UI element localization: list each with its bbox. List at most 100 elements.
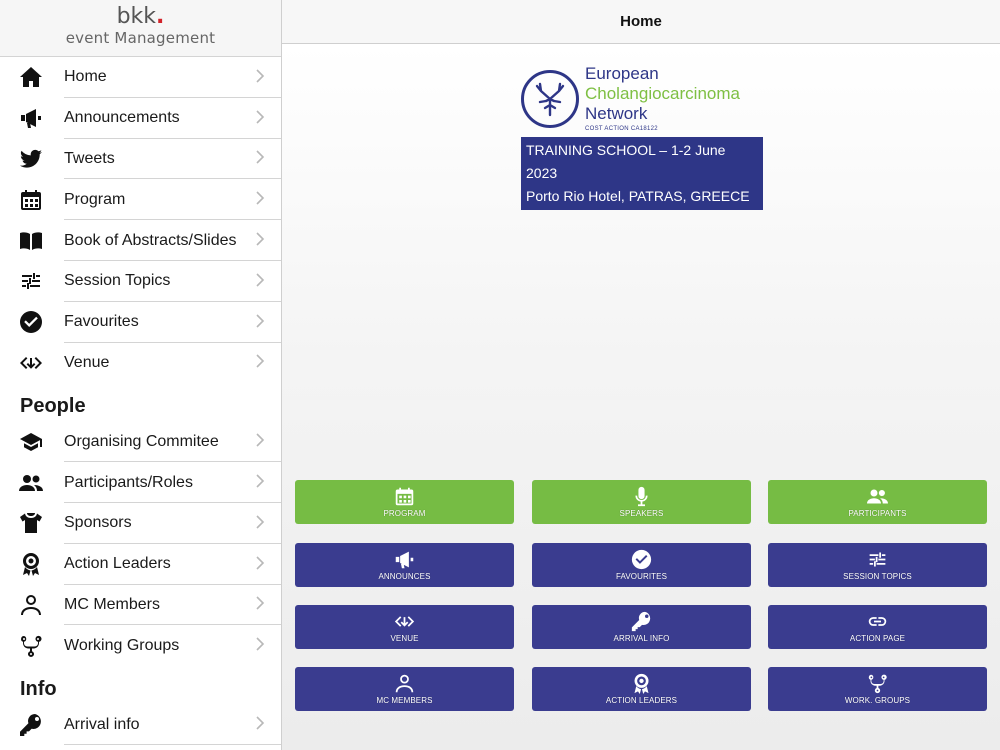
check-circle-icon (0, 310, 64, 334)
sidebar-item-organising-commitee[interactable]: Organising Commitee (0, 421, 281, 462)
tile-label: ANNOUNCES (378, 572, 431, 581)
chevron-right-icon (255, 594, 281, 615)
tile-mc-members[interactable]: MC MEMBERS (295, 667, 514, 711)
sidebar-item-label: Action Leaders (64, 555, 171, 573)
brand-subtitle: event Management (65, 29, 216, 47)
tile-arrival-info[interactable]: ARRIVAL INFO (532, 605, 751, 649)
banner-line-2: Porto Rio Hotel, PATRAS, GREECE (526, 188, 750, 204)
sidebar-item-label: Participants/Roles (64, 473, 193, 491)
tile-action-page[interactable]: ACTION PAGE (768, 605, 987, 649)
top-bar: Home (282, 0, 1000, 44)
tshirt-icon (0, 511, 64, 535)
sidebar-item-action-leaders[interactable]: Action Leaders (0, 544, 281, 585)
sidebar-item-label: Announcements (64, 109, 180, 127)
fork-icon (0, 634, 64, 658)
tile-session-topics[interactable]: SESSION TOPICS (768, 543, 987, 587)
sidebar-item-label: Program (64, 190, 126, 208)
section-heading-info: Info (20, 678, 57, 701)
brand-name: bkk (116, 4, 157, 29)
people-icon (867, 486, 888, 507)
sidebar-item-favourites[interactable]: Favourites (0, 302, 281, 343)
tile-label: FAVOURITES (615, 572, 668, 581)
tile-label: PARTICIPANTS (848, 509, 907, 518)
logo-line-2: Cholangiocarcinoma (585, 84, 740, 103)
sidebar-item-label: Tweets (64, 149, 115, 167)
tile-label: ACTION PAGE (849, 634, 906, 643)
sidebar-item-mc-members[interactable]: MC Members (0, 585, 281, 626)
tile-work-groups[interactable]: WORK. GROUPS (768, 667, 987, 711)
tile-speakers[interactable]: SPEAKERS (532, 480, 751, 524)
home-icon (0, 65, 64, 89)
tile-program[interactable]: PROGRAM (295, 480, 514, 524)
sidebar-item-tweets[interactable]: Tweets (0, 139, 281, 180)
tile-favourites[interactable]: FAVOURITES (532, 543, 751, 587)
directions-icon (394, 611, 415, 632)
people-icon (0, 471, 64, 495)
sidebar-item-venue[interactable]: Venue (0, 343, 281, 384)
sidebar-item-sponsors[interactable]: Sponsors (0, 503, 281, 544)
person-outline-icon (394, 673, 415, 694)
chevron-right-icon (255, 148, 281, 169)
award-icon (0, 552, 64, 576)
sidebar-item-book-of-abstracts[interactable]: Book of Abstracts/Slides (0, 220, 281, 261)
chevron-right-icon (255, 67, 281, 88)
tile-action-leaders[interactable]: ACTION LEADERS (532, 667, 751, 711)
sidebar-item-working-groups[interactable]: Working Groups (0, 625, 281, 666)
tile-venue[interactable]: VENUE (295, 605, 514, 649)
tile-label: PROGRAM (383, 509, 426, 518)
calendar-icon (394, 486, 415, 507)
chevron-right-icon (255, 431, 281, 452)
tile-label: SESSION TOPICS (843, 572, 912, 581)
chevron-right-icon (255, 108, 281, 129)
sidebar-item-program[interactable]: Program (0, 179, 281, 220)
sidebar-item-label: Arrival info (64, 715, 140, 733)
sidebar-item-label: Favourites (64, 313, 139, 331)
tile-label: MC MEMBERS (376, 696, 433, 705)
sliders-icon (867, 549, 888, 570)
sidebar-item-session-topics[interactable]: Session Topics (0, 261, 281, 302)
calendar-icon (0, 188, 64, 212)
link-icon (867, 611, 888, 632)
tile-label: WORK. GROUPS (844, 696, 911, 705)
sidebar-item-label: Venue (64, 353, 110, 371)
key-icon (631, 611, 652, 632)
sidebar-item-label: Organising Commitee (64, 432, 219, 450)
sidebar-item-label: Working Groups (64, 636, 180, 654)
sidebar-item-announcements[interactable]: Announcements (0, 98, 281, 139)
chevron-right-icon (255, 513, 281, 534)
chevron-right-icon (255, 189, 281, 210)
sidebar-item-arrival-info[interactable]: Arrival info (0, 704, 281, 745)
megaphone-icon (0, 106, 64, 130)
sidebar-item-label: Session Topics (64, 272, 171, 290)
tile-label: ARRIVAL INFO (613, 634, 670, 643)
megaphone-icon (394, 549, 415, 570)
chevron-right-icon (255, 312, 281, 333)
tile-announces[interactable]: ANNOUNCES (295, 543, 514, 587)
sidebar-item-label: Sponsors (64, 514, 132, 532)
tile-label: VENUE (390, 634, 419, 643)
brand-dot: . (156, 4, 165, 29)
sidebar-item-home[interactable]: Home (0, 57, 281, 98)
page-title: Home (620, 13, 662, 30)
logo-line-4: COST ACTION CA18122 (585, 126, 658, 132)
brand-logo: bkk. event Management (0, 0, 281, 57)
sidebar-item-participants-roles[interactable]: Participants/Roles (0, 462, 281, 503)
chevron-right-icon (255, 554, 281, 575)
sidebar: bkk. event Management Home Announcements… (0, 0, 282, 750)
key-icon (0, 713, 64, 737)
chevron-right-icon (255, 271, 281, 292)
section-heading-people: People (20, 395, 86, 418)
sidebar-item-label: Home (64, 68, 107, 86)
tile-label: ACTION LEADERS (605, 696, 678, 705)
award-icon (631, 673, 652, 694)
network-logo-icon (521, 69, 579, 128)
logo-line-1: European (585, 64, 659, 83)
directions-icon (0, 351, 64, 375)
twitter-icon (0, 147, 64, 171)
person-outline-icon (0, 593, 64, 617)
sliders-icon (0, 269, 64, 293)
fork-icon (867, 673, 888, 694)
tile-label: SPEAKERS (619, 509, 664, 518)
tile-participants[interactable]: PARTICIPANTS (768, 480, 987, 524)
chevron-right-icon (255, 472, 281, 493)
